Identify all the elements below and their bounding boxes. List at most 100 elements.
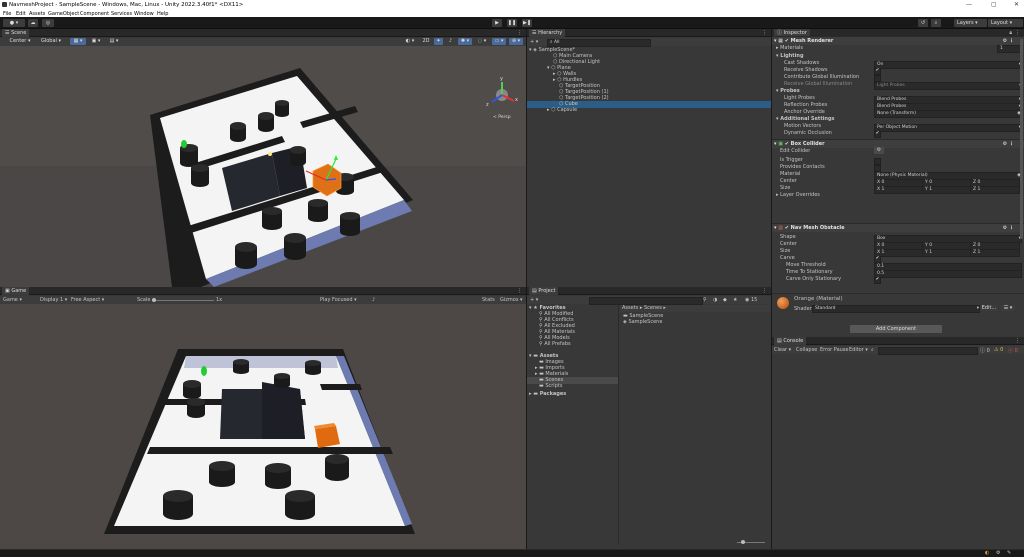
inspector-panel: ⓘ Inspector 🔒︎ ⋮ ▾ ▦ ✔ Mesh Renderer ⚙ ⋮ … <box>772 29 1024 337</box>
project-search-input[interactable] <box>589 297 703 305</box>
star-icon[interactable]: ★ <box>733 297 737 303</box>
component-menu-icon[interactable]: ⚙ ⋮ <box>1003 37 1014 45</box>
draw-mode-button[interactable]: ◐ ▾ <box>403 38 417 45</box>
hierarchy-search-input[interactable]: ⌕ All <box>547 39 651 47</box>
audio-toggle[interactable]: ♪ <box>446 38 455 45</box>
shader-edit-button[interactable]: Edit... <box>980 305 998 311</box>
play-button[interactable]: ▶ <box>492 19 502 27</box>
minimize-button[interactable]: — <box>966 1 972 8</box>
inspector-scrollbar[interactable] <box>1020 39 1023 239</box>
field-label: Material <box>780 171 801 177</box>
section-probes[interactable]: ▾ Probes <box>772 88 1024 95</box>
panel-menu-icon[interactable]: ⋮ <box>1015 338 1020 344</box>
close-button[interactable]: ✕ <box>1014 1 1019 8</box>
tab-game[interactable]: ▣ Game <box>2 287 30 295</box>
gizmos-toggle[interactable]: ⊕ ▾ <box>509 38 523 45</box>
file-item[interactable]: ◈ SampleScene <box>623 319 771 326</box>
mesh-renderer-header[interactable]: ▾ ▦ ✔ Mesh Renderer ⚙ ⋮ <box>772 36 1024 45</box>
gizmos-button[interactable]: Gizmos ▾ <box>500 297 523 303</box>
tab-project[interactable]: ▤ Project <box>529 287 559 295</box>
add-button[interactable]: + ▾ <box>530 297 538 303</box>
step-button[interactable]: ▶❚ <box>522 19 532 27</box>
add-button[interactable]: + ▾ <box>530 39 538 45</box>
panel-menu-icon[interactable]: ⋮ <box>762 288 767 294</box>
search-icon[interactable]: ⌕ <box>931 19 941 27</box>
pause-button[interactable]: ❚❚ <box>507 19 517 27</box>
maximize-button[interactable]: ▢ <box>991 1 997 8</box>
tab-scene[interactable]: ☰ Scene <box>2 29 30 37</box>
label-filter-icon[interactable]: ◆ <box>723 297 727 303</box>
scale-slider-handle[interactable] <box>152 298 156 302</box>
scene-viewport[interactable]: y x z < Persp <box>0 46 526 287</box>
cloud-icon[interactable]: ☁ <box>28 19 38 27</box>
nav-mesh-obstacle-header[interactable]: ▾ ▥ ✔ Nav Mesh Obstacle ⚙ ⋮ <box>772 223 1024 232</box>
snap-button[interactable]: ▣ ▾ <box>89 38 103 45</box>
packages-header[interactable]: ▸ ▬ Packages <box>527 391 618 398</box>
breadcrumb-item[interactable]: Assets <box>622 305 638 311</box>
carve-only-stationary-checkbox[interactable]: ✔ <box>874 277 881 284</box>
layer-overrides-foldout[interactable]: ▸ Layer Overrides <box>772 192 1024 199</box>
settings-icon[interactable]: ⚙ <box>996 550 1000 556</box>
history-icon[interactable]: ↺ <box>918 19 928 27</box>
panel-menu-icon[interactable]: ⋮ <box>517 30 522 36</box>
tree-item[interactable]: ▸ ⬡ Capsule <box>527 107 771 114</box>
filter-icon[interactable]: ⚲ <box>703 297 707 303</box>
layout-dropdown[interactable]: Layout ▾ <box>988 19 1023 27</box>
dynamic-occlusion-checkbox[interactable]: ✔ <box>874 131 881 138</box>
collab-icon[interactable]: ◎ <box>42 19 54 27</box>
game-mode-dropdown[interactable]: Game ▾ <box>3 297 22 303</box>
error-pause-button[interactable]: Error Pause <box>820 347 848 353</box>
field-label: Size <box>780 185 791 191</box>
shader-dropdown[interactable]: Standard ▾ <box>812 305 980 313</box>
tab-console[interactable]: ▤ Console <box>774 337 807 345</box>
error-count[interactable]: ⓧ 0 <box>1008 347 1018 354</box>
thumbnail-slider-handle[interactable] <box>741 540 745 544</box>
add-component-button[interactable]: Add Component <box>850 325 942 333</box>
scale-slider[interactable] <box>154 300 214 301</box>
component-menu-icon[interactable]: ⚙ ⋮ <box>1003 224 1014 232</box>
effects-toggle[interactable]: ✺ ▾ <box>458 38 472 45</box>
shader-menu-button[interactable]: ☰ ▾ <box>1001 305 1015 311</box>
material-name: Orange (Material) <box>794 296 843 302</box>
grid-snap-button[interactable]: ▦ ▾ <box>70 38 86 45</box>
type-filter-icon[interactable]: ◑ <box>713 297 717 303</box>
favorite-item[interactable]: ⚲ All Prefabs <box>527 341 618 348</box>
layers-dropdown[interactable]: Layers ▾ <box>954 19 987 27</box>
increment-snap-button[interactable]: ▤ ▾ <box>107 38 121 45</box>
console-search-input[interactable] <box>878 347 978 355</box>
section-additional[interactable]: ▾ Additional Settings <box>772 116 1024 123</box>
component-menu-icon[interactable]: ⚙ ⋮ <box>1003 140 1014 148</box>
debug-icon[interactable]: ✎ <box>1007 550 1011 556</box>
panel-menu-icon[interactable]: ⋮ <box>762 30 767 36</box>
editor-dropdown[interactable]: Editor ▾ <box>849 347 868 353</box>
eye-icon[interactable]: ◉ 15 <box>745 297 757 303</box>
hidden-objects-toggle[interactable]: ◌ ▾ <box>475 38 489 45</box>
space-dropdown[interactable]: Global ▾ <box>37 38 65 45</box>
info-count[interactable]: ⓘ 0 <box>980 347 990 354</box>
edit-collider-button[interactable]: ⚙ <box>874 147 884 154</box>
2d-toggle[interactable]: 2D <box>421 38 431 45</box>
inspector-row[interactable]: ▸ Materials <box>772 45 1024 52</box>
clear-button[interactable]: Clear ▾ <box>774 347 791 353</box>
aspect-dropdown[interactable]: Free Aspect ▾ <box>71 297 104 303</box>
panel-menu-icon[interactable]: ⋮ <box>517 288 522 294</box>
play-focused-dropdown[interactable]: Play Focused ▾ <box>320 297 357 303</box>
pivot-dropdown[interactable]: Center ▾ <box>6 38 34 45</box>
section-lighting[interactable]: ▾ Lighting <box>772 53 1024 60</box>
lighting-toggle[interactable]: ✦ <box>434 38 443 45</box>
display-dropdown[interactable]: Display 1 ▾ <box>40 297 67 303</box>
scene-camera-button[interactable]: ▭ ▾ <box>492 38 506 45</box>
asset-folder[interactable]: ▬ Scripts <box>527 383 618 390</box>
inspector-row: Is Trigger <box>772 157 1024 164</box>
mute-icon[interactable]: ♪ <box>372 297 375 303</box>
collapse-button[interactable]: Collapse <box>796 347 817 353</box>
account-button[interactable]: ● ▾ <box>3 19 25 27</box>
breadcrumb-item[interactable]: Scenes <box>644 305 662 311</box>
stats-button[interactable]: Stats <box>482 297 495 303</box>
game-viewport[interactable] <box>0 304 526 549</box>
tab-hierarchy[interactable]: ☰ Hierarchy <box>529 29 566 37</box>
warning-count[interactable]: ⚠ 0 <box>994 347 1003 353</box>
project-toolbar: + ▾ ⚲ ◑ ◆ ★ ◉ 15 <box>527 296 771 305</box>
search-icon[interactable]: ⌕ <box>871 347 874 353</box>
box-collider-header[interactable]: ▾ ▣ ✔ Box Collider ⚙ ⋮ <box>772 139 1024 148</box>
